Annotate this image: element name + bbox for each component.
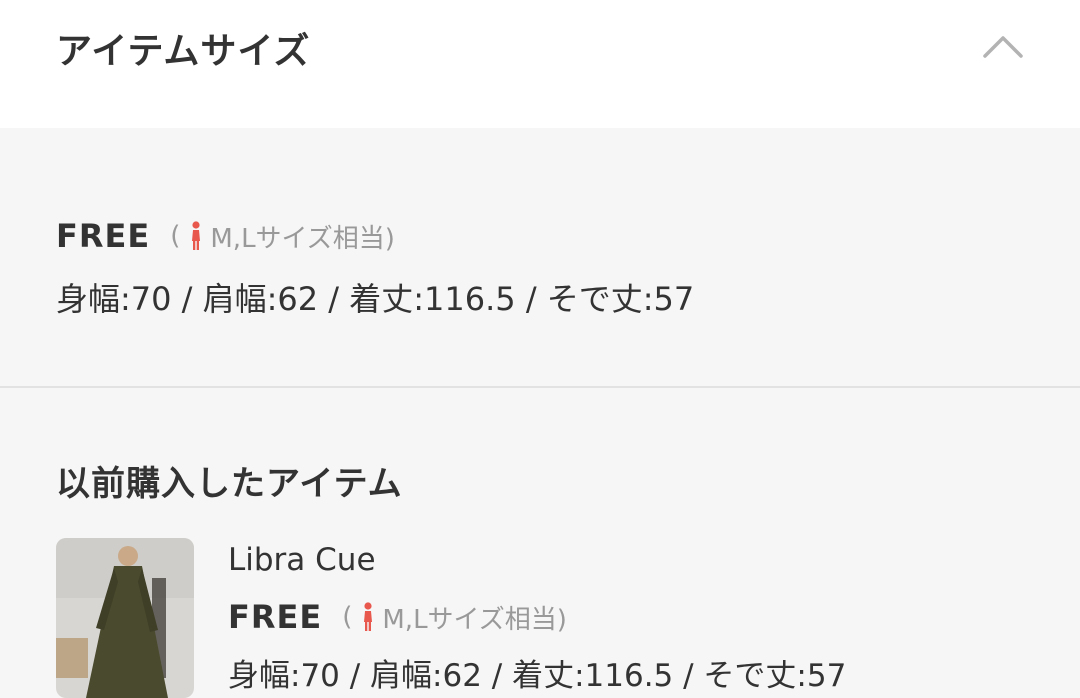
female-figure-icon <box>364 602 373 631</box>
size-measurements: 身幅:70 / 肩幅:62 / 着丈:116.5 / そで丈:57 <box>56 280 695 318</box>
item-thumbnail[interactable] <box>56 538 194 698</box>
item-brand-name[interactable]: Libra Cue <box>228 542 376 578</box>
open-paren: ( <box>342 602 353 632</box>
item-measurements: 身幅:70 / 肩幅:62 / 着丈:116.5 / そで丈:57 <box>228 658 847 694</box>
size-label: FREE <box>56 217 151 255</box>
open-paren: ( <box>170 221 181 251</box>
item-size-equivalent-text: M,Lサイズ相当) <box>382 604 567 635</box>
item-size-header[interactable]: アイテムサイズ <box>0 0 1080 128</box>
chevron-up-icon[interactable] <box>982 26 1024 68</box>
female-figure-icon <box>192 221 201 250</box>
section-divider <box>0 386 1080 388</box>
product-photo-image <box>56 538 194 698</box>
item-size-label: FREE <box>228 598 323 636</box>
item-size-row: FREE ( M,Lサイズ相当) <box>228 597 567 637</box>
section-title: アイテムサイズ <box>56 31 311 72</box>
size-info-panel: FREE ( M,Lサイズ相当) 身幅:70 / 肩幅:62 / 着丈:116.… <box>0 128 1080 386</box>
previous-items-title: 以前購入したアイテム <box>56 464 403 504</box>
item-size-equivalent: ( M,Lサイズ相当) <box>342 599 567 636</box>
size-equivalent: ( M,Lサイズ相当) <box>170 218 395 255</box>
size-equivalent-text: M,Lサイズ相当) <box>210 223 395 254</box>
size-row: FREE ( M,Lサイズ相当) <box>56 216 395 256</box>
